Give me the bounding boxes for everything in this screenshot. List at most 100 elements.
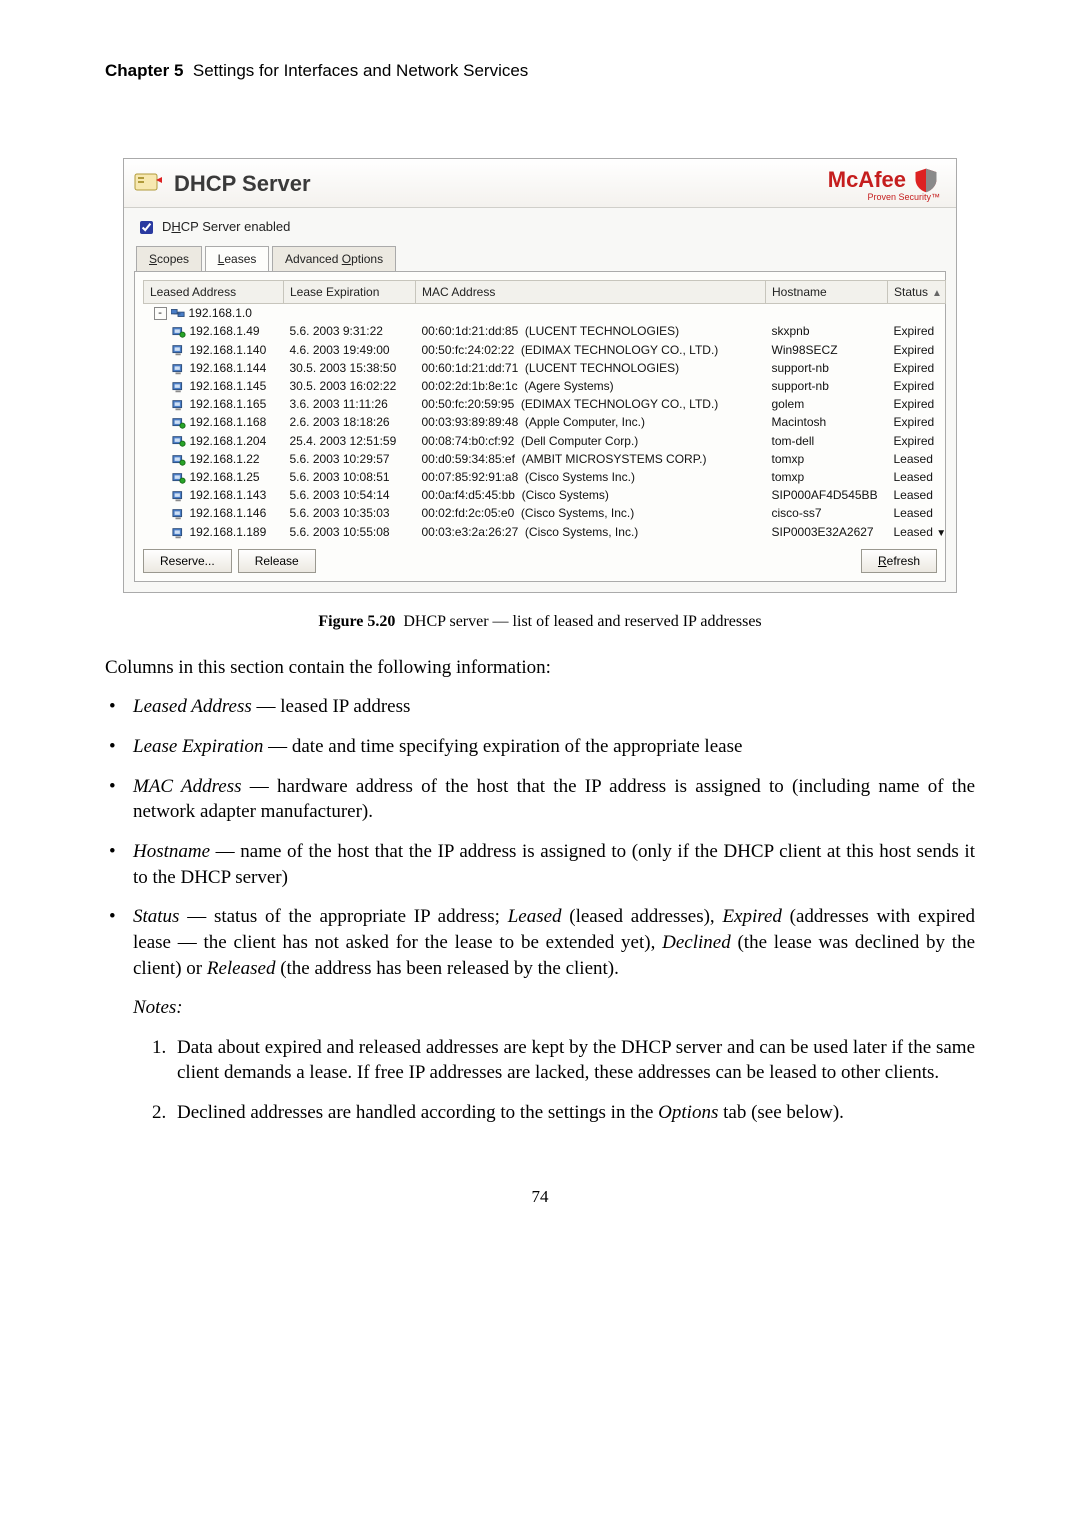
lease-expiration: 30.5. 2003 15:38:50 xyxy=(284,359,416,377)
hostname: Macintosh xyxy=(766,413,888,431)
chapter-title: Settings for Interfaces and Network Serv… xyxy=(193,61,528,80)
hostname: SIP000AF4D545BB xyxy=(766,486,888,504)
mcafee-logo: McAfee Proven Security™ xyxy=(828,165,940,203)
status: Expired xyxy=(888,432,946,450)
hostname: SIP0003E32A2627 xyxy=(766,523,888,542)
subnet-icon xyxy=(171,307,185,319)
table-row[interactable]: 192.168.1.1653.6. 2003 11:11:2600:50:fc:… xyxy=(144,395,946,413)
status: Expired xyxy=(888,341,946,359)
tab-leases[interactable]: Leases xyxy=(205,246,270,271)
table-row[interactable]: 192.168.1.1465.6. 2003 10:35:0300:02:fd:… xyxy=(144,504,946,522)
pc-reserved-icon xyxy=(172,469,186,485)
lease-expiration: 5.6. 2003 10:54:14 xyxy=(284,486,416,504)
dhcp-server-window: DHCP Server McAfee Proven Security™ DHCP… xyxy=(123,158,957,593)
status: Leased xyxy=(888,486,946,504)
dhcp-icon xyxy=(132,168,164,200)
ip-address: 192.168.1.204 xyxy=(190,433,267,449)
col-leased-address[interactable]: Leased Address xyxy=(144,280,284,304)
status: Leased xyxy=(888,504,946,522)
bullet-status: Status — status of the appropriate IP ad… xyxy=(133,904,975,1125)
table-row[interactable]: 192.168.1.495.6. 2003 9:31:2200:60:1d:21… xyxy=(144,322,946,340)
mac-address: 00:02:fd:2c:05:e0 (Cisco Systems, Inc.) xyxy=(416,504,766,522)
table-row[interactable]: 192.168.1.255.6. 2003 10:08:5100:07:85:9… xyxy=(144,468,946,486)
table-row[interactable]: 192.168.1.1895.6. 2003 10:55:0800:03:e3:… xyxy=(144,523,946,542)
dhcp-enabled-checkbox[interactable]: DHCP Server enabled xyxy=(136,218,946,237)
table-row[interactable]: 192.168.1.14430.5. 2003 15:38:5000:60:1d… xyxy=(144,359,946,377)
table-row[interactable]: 192.168.1.22 5.6. 2003 10:29:5700:d0:59:3… xyxy=(144,450,946,468)
refresh-button[interactable]: Refresh xyxy=(861,549,937,573)
mac-address: 00:03:e3:2a:26:27 (Cisco Systems, Inc.) xyxy=(416,523,766,542)
mac-address: 00:60:1d:21:dd:85 (LUCENT TECHNOLOGIES) xyxy=(416,322,766,340)
ip-address: 192.168.1.145 xyxy=(190,378,267,394)
status: Leased xyxy=(888,468,946,486)
notes-label: Notes: xyxy=(133,995,975,1021)
bullet-leased-address: Leased Address — leased IP address xyxy=(133,694,975,720)
note-1: Data about expired and released addresse… xyxy=(171,1035,975,1086)
pc-icon xyxy=(172,505,186,521)
tree-root-row[interactable]: - 192.168.1.0 xyxy=(144,304,946,323)
col-status[interactable]: Status▲ xyxy=(888,280,946,304)
tab-scopes[interactable]: Scopes xyxy=(136,246,202,271)
table-row[interactable]: 192.168.1.1435.6. 2003 10:54:1400:0a:f4:… xyxy=(144,486,946,504)
dhcp-enabled-label: DHCP Server enabled xyxy=(162,218,290,236)
lease-expiration: 5.6. 2003 10:29:57 xyxy=(284,450,416,468)
release-button[interactable]: Release xyxy=(238,549,316,573)
lease-expiration: 25.4. 2003 12:51:59 xyxy=(284,432,416,450)
ip-address: 192.168.1.22 xyxy=(190,451,260,467)
lease-expiration: 5.6. 2003 9:31:22 xyxy=(284,322,416,340)
chapter-label: Chapter 5 xyxy=(105,61,183,80)
pc-icon xyxy=(172,342,186,358)
reserve-button[interactable]: Reserve... xyxy=(143,549,232,573)
lease-expiration: 2.6. 2003 18:18:26 xyxy=(284,413,416,431)
mac-address: 00:50:fc:20:59:95 (EDIMAX TECHNOLOGY CO.… xyxy=(416,395,766,413)
bullet-lease-expiration: Lease Expiration — date and time specify… xyxy=(133,734,975,760)
ip-address: 192.168.1.143 xyxy=(190,487,267,503)
root-node-label: 192.168.1.0 xyxy=(189,305,252,321)
hostname: golem xyxy=(766,395,888,413)
table-header-row: Leased Address Lease Expiration MAC Addr… xyxy=(144,280,946,304)
lease-expiration: 5.6. 2003 10:35:03 xyxy=(284,504,416,522)
hostname: support-nb xyxy=(766,377,888,395)
status: Expired xyxy=(888,377,946,395)
hostname: Win98SECZ xyxy=(766,341,888,359)
table-row[interactable]: 192.168.1.14530.5. 2003 16:02:2200:02:2d… xyxy=(144,377,946,395)
ip-address: 192.168.1.144 xyxy=(190,360,267,376)
pc-icon xyxy=(172,360,186,376)
pc-reserved-icon xyxy=(172,433,186,449)
col-mac-address[interactable]: MAC Address xyxy=(416,280,766,304)
status: Expired xyxy=(888,395,946,413)
sort-ascending-icon: ▲ xyxy=(932,288,942,299)
dhcp-enabled-checkbox-input[interactable] xyxy=(140,221,153,234)
mac-address: 00:02:2d:1b:8e:1c (Agere Systems) xyxy=(416,377,766,395)
mac-address: 00:07:85:92:91:a8 (Cisco Systems Inc.) xyxy=(416,468,766,486)
col-lease-expiration[interactable]: Lease Expiration xyxy=(284,280,416,304)
mac-address: 00:03:93:89:89:48 (Apple Computer, Inc.) xyxy=(416,413,766,431)
ip-address: 192.168.1.168 xyxy=(190,414,267,430)
mac-address: 00:d0:59:34:85:ef (AMBIT MICROSYSTEMS CO… xyxy=(416,450,766,468)
status: Expired xyxy=(888,322,946,340)
hostname: support-nb xyxy=(766,359,888,377)
pc-reserved-icon xyxy=(172,451,186,467)
table-row[interactable]: 192.168.1.20425.4. 2003 12:51:5900:08:74… xyxy=(144,432,946,450)
shield-icon xyxy=(912,166,940,194)
note-2: Declined addresses are handled according… xyxy=(171,1100,975,1126)
running-header: Chapter 5 Settings for Interfaces and Ne… xyxy=(105,60,975,83)
hostname: tomxp xyxy=(766,468,888,486)
table-row[interactable]: 192.168.1.1404.6. 2003 19:49:0000:50:fc:… xyxy=(144,341,946,359)
status: Expired xyxy=(888,359,946,377)
ip-address: 192.168.1.140 xyxy=(190,342,267,358)
status: Leased xyxy=(888,450,946,468)
table-row[interactable]: 192.168.1.168 2.6. 2003 18:18:2600:03:93:… xyxy=(144,413,946,431)
pc-icon xyxy=(172,487,186,503)
dropdown-icon[interactable]: ▼ xyxy=(936,528,945,539)
pc-icon xyxy=(172,378,186,394)
col-hostname[interactable]: Hostname xyxy=(766,280,888,304)
lease-expiration: 4.6. 2003 19:49:00 xyxy=(284,341,416,359)
window-titlebar: DHCP Server McAfee Proven Security™ xyxy=(124,159,956,208)
bullet-hostname: Hostname — name of the host that the IP … xyxy=(133,839,975,890)
page-number: 74 xyxy=(105,1186,975,1209)
tab-advanced-options[interactable]: Advanced Options xyxy=(272,246,396,271)
lease-expiration: 3.6. 2003 11:11:26 xyxy=(284,395,416,413)
tree-toggle-icon[interactable]: - xyxy=(154,307,167,320)
hostname: tomxp xyxy=(766,450,888,468)
